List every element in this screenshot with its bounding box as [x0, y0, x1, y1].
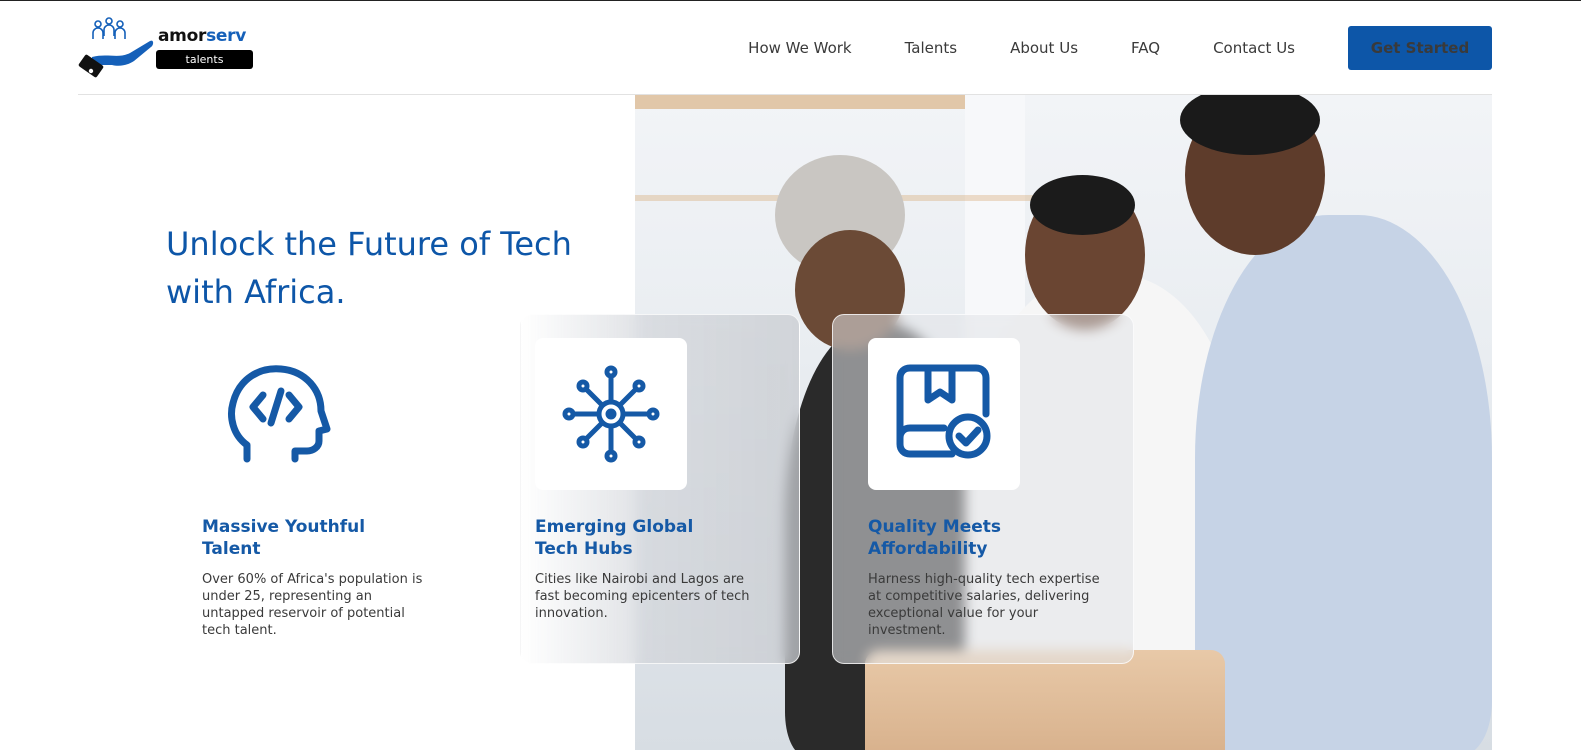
logo-hand-icon — [78, 17, 154, 78]
code-head-icon — [228, 365, 331, 463]
feature-title: Massive Youthful Talent — [202, 517, 366, 559]
feature-quality-affordability: Quality Meets Affordability Harness high-… — [868, 338, 1168, 639]
brand-tagline: talents — [156, 50, 253, 69]
brand-logo[interactable]: amorserv talents — [78, 15, 258, 81]
feature-description: Harness high-quality tech expertise at c… — [868, 572, 1100, 638]
get-started-button[interactable]: Get Started — [1348, 26, 1492, 70]
quality-check-icon — [896, 364, 991, 459]
feature-title: Emerging Global Tech Hubs — [535, 517, 694, 559]
nav-talents[interactable]: Talents — [905, 39, 957, 57]
feature-description: Cities like Nairobi and Lagos are fast b… — [535, 572, 750, 621]
nav-contact-us[interactable]: Contact Us — [1213, 39, 1295, 57]
nav-faq[interactable]: FAQ — [1131, 39, 1160, 57]
hero-headline: Unlock the Future of Tech with Africa. — [166, 225, 572, 311]
feature-icon-box — [202, 338, 354, 490]
brand-wordmark: amorserv — [158, 26, 246, 46]
feature-youthful-talent: Massive Youthful Talent Over 60% of Afric… — [202, 338, 502, 639]
feature-icon-box — [868, 338, 1020, 490]
network-hub-icon — [562, 365, 660, 463]
nav-how-we-work[interactable]: How We Work — [748, 39, 851, 57]
feature-description: Over 60% of Africa's population is under… — [202, 572, 423, 638]
feature-icon-box — [535, 338, 687, 490]
feature-title: Quality Meets Affordability — [868, 517, 1002, 559]
main-nav: How We Work Talents About Us FAQ Contact… — [748, 26, 1492, 70]
site-header: amorserv talents How We Work Talents Abo… — [78, 1, 1492, 95]
feature-global-tech-hubs: Emerging Global Tech Hubs Cities like Nai… — [535, 338, 835, 622]
nav-about-us[interactable]: About Us — [1010, 39, 1078, 57]
